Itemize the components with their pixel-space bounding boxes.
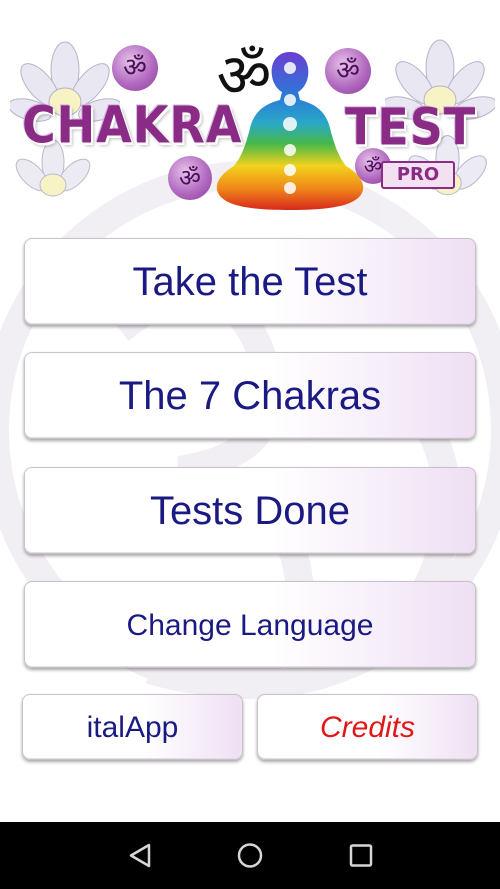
system-navigation-bar — [0, 822, 500, 889]
om-bubble-icon: ॐ — [168, 156, 212, 200]
back-triangle-icon[interactable] — [110, 822, 170, 889]
tests-done-button[interactable]: Tests Done — [24, 467, 476, 554]
credits-button[interactable]: Credits — [257, 694, 478, 760]
take-test-button[interactable]: Take the Test — [24, 238, 476, 325]
om-watermark — [0, 161, 500, 699]
title-chakra: CHAKRA — [22, 95, 243, 155]
home-circle-icon[interactable] — [220, 822, 280, 889]
pro-badge: PRO — [381, 161, 455, 189]
om-bubble-icon: ॐ — [112, 45, 158, 91]
italapp-button[interactable]: italApp — [22, 694, 243, 760]
recents-square-icon[interactable] — [331, 822, 391, 889]
seven-chakras-button[interactable]: The 7 Chakras — [24, 352, 476, 439]
app-header: ॐ ॐ ॐ ॐ ॐ CHAKRA TEST PRO — [0, 0, 500, 225]
title-test: TEST — [345, 97, 477, 157]
change-language-button[interactable]: Change Language — [24, 581, 476, 668]
